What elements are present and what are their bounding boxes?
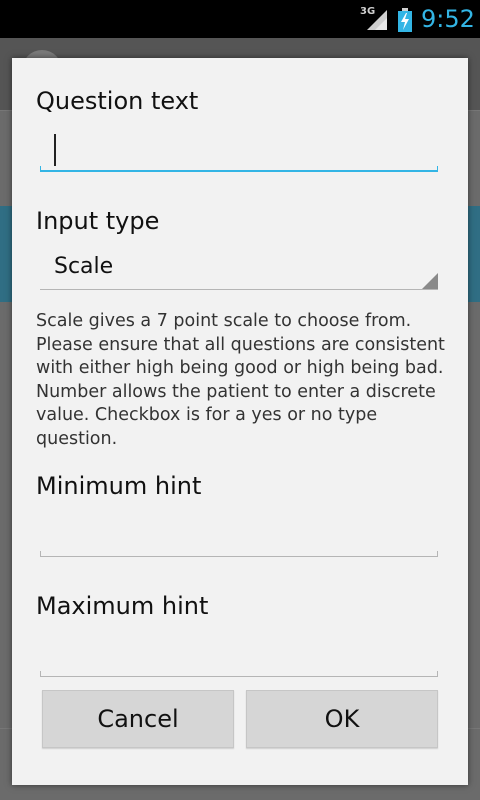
minimum-hint-input[interactable] [40,513,438,557]
battery-charging-icon [398,8,412,32]
input-type-label: Input type [36,207,160,235]
spinner-underline [40,289,438,290]
status-bar: 3G 9:52 [0,0,480,38]
input-underline [40,551,438,557]
ok-button[interactable]: OK [246,690,438,748]
input-type-description: Scale gives a 7 point scale to choose fr… [36,311,445,449]
question-dialog: Question text Input type Scale Scale giv… [12,58,468,785]
question-text-input[interactable] [40,128,438,172]
dropdown-arrow-icon [422,273,438,289]
minimum-hint-label: Minimum hint [36,472,202,500]
question-text-label: Question text [36,87,199,115]
text-cursor [54,134,56,166]
maximum-hint-label: Maximum hint [36,592,209,620]
input-underline [40,166,438,172]
input-type-selected: Scale [54,254,114,279]
input-type-spinner[interactable]: Scale [40,246,438,290]
signal-icon [367,10,387,30]
cancel-button[interactable]: Cancel [42,690,234,748]
input-underline [40,671,438,677]
clock: 9:52 [421,5,475,33]
maximum-hint-input[interactable] [40,633,438,677]
